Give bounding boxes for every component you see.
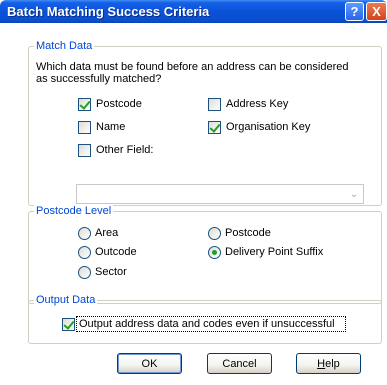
area-radio-label[interactable]: Area	[95, 227, 118, 239]
sector-radio[interactable]	[78, 266, 91, 279]
output-unsuccessful-checkbox[interactable]	[62, 318, 75, 331]
address-key-checkbox-label[interactable]: Address Key	[226, 98, 288, 110]
match-data-legend: Match Data	[34, 40, 95, 52]
postcode-level-legend: Postcode Level	[34, 205, 114, 217]
organisation-key-checkbox-label[interactable]: Organisation Key	[226, 121, 310, 133]
output-unsuccessful-label[interactable]: Output address data and codes even if un…	[79, 318, 335, 330]
sector-radio-label[interactable]: Sector	[95, 266, 127, 278]
address-key-checkbox[interactable]	[208, 98, 221, 111]
other-field-checkbox[interactable]	[78, 144, 91, 157]
organisation-key-checkbox[interactable]	[208, 121, 221, 134]
dialog-title: Batch Matching Success Criteria	[7, 4, 210, 19]
other-field-checkbox-label[interactable]: Other Field:	[96, 144, 153, 156]
chevron-down-icon[interactable]: ⌄	[347, 187, 361, 201]
help-icon[interactable]: ?	[345, 2, 364, 21]
help-button[interactable]: Help	[296, 353, 361, 374]
outcode-radio-label[interactable]: Outcode	[95, 246, 137, 258]
dialog-body: Match Data Which data must be found befo…	[0, 23, 387, 385]
name-checkbox-label[interactable]: Name	[96, 121, 125, 133]
ok-button[interactable]: OK	[117, 353, 182, 374]
outcode-radio[interactable]	[78, 246, 91, 259]
delivery-point-suffix-radio[interactable]	[208, 246, 221, 259]
postcode-radio[interactable]	[208, 227, 221, 240]
match-question-line2: as successfully matched?	[36, 73, 162, 85]
output-data-legend: Output Data	[34, 294, 98, 306]
postcode-checkbox-label[interactable]: Postcode	[96, 98, 142, 110]
area-radio[interactable]	[78, 227, 91, 240]
postcode-checkbox[interactable]	[78, 98, 91, 111]
help-button-rest: elp	[325, 357, 340, 370]
batch-matching-dialog: Batch Matching Success Criteria ? X Matc…	[0, 0, 387, 385]
delivery-point-suffix-radio-label[interactable]: Delivery Point Suffix	[225, 246, 323, 258]
close-icon[interactable]: X	[366, 2, 387, 21]
help-mnemonic: H	[317, 357, 326, 370]
cancel-button[interactable]: Cancel	[207, 353, 272, 374]
other-field-dropdown[interactable]: ⌄	[76, 184, 364, 204]
postcode-radio-label[interactable]: Postcode	[225, 227, 271, 239]
name-checkbox[interactable]	[78, 121, 91, 134]
match-question-line1: Which data must be found before an addre…	[36, 61, 349, 73]
title-bar[interactable]: Batch Matching Success Criteria ? X	[0, 0, 387, 23]
